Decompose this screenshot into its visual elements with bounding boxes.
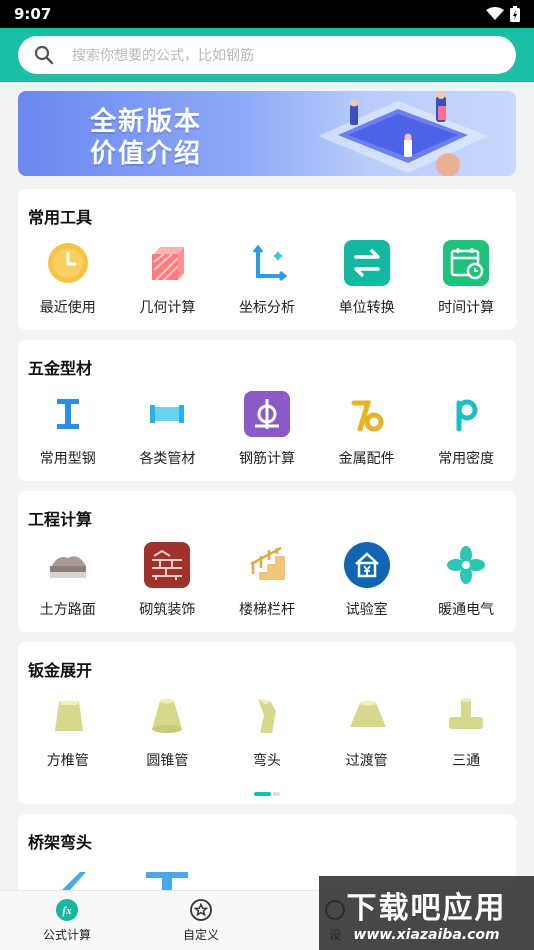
fan-icon bbox=[442, 541, 490, 589]
item-label: 方椎管 bbox=[46, 753, 89, 769]
item-label: 金属配件 bbox=[338, 451, 395, 467]
section-sheet-metal: 钣金展开 方椎管 圆锥管 弯头 过渡管 三通 bbox=[18, 642, 516, 804]
tee-icon bbox=[442, 692, 490, 740]
item-label: 土方路面 bbox=[39, 602, 96, 618]
tab-formula[interactable]: fx 公式计算 bbox=[0, 891, 134, 950]
item-label: 常用密度 bbox=[438, 451, 495, 467]
tool-earthwork[interactable]: 土方路面 bbox=[18, 541, 118, 619]
axis-icon bbox=[243, 239, 291, 287]
tab-label: 公式计算 bbox=[42, 928, 91, 942]
watermark-title: 下载吧应用 bbox=[346, 891, 507, 926]
tool-square-cone[interactable]: 方椎管 bbox=[18, 692, 118, 770]
section-common-tools: 常用工具 最近使用 几何计算 坐标分析 单位转换 时间计算 bbox=[18, 189, 516, 330]
transition-icon bbox=[343, 692, 391, 740]
svg-text:fx: fx bbox=[62, 905, 72, 917]
round-cone-icon bbox=[143, 692, 191, 740]
item-label: 试验室 bbox=[345, 602, 388, 618]
item-label: 圆锥管 bbox=[146, 753, 189, 769]
tool-tee[interactable]: 三通 bbox=[416, 692, 516, 770]
swap-icon bbox=[343, 239, 391, 287]
search-input[interactable]: 搜索你想要的公式，比如钢筋 bbox=[18, 36, 516, 74]
item-label: 钢筋计算 bbox=[238, 451, 295, 467]
banner-title-line2: 价值介绍 bbox=[90, 139, 203, 169]
lab-icon bbox=[343, 541, 391, 589]
watermark-logo: 下载吧应用 www.xiazaiba.com bbox=[319, 876, 534, 950]
tool-density[interactable]: 常用密度 bbox=[416, 390, 516, 468]
item-label: 弯头 bbox=[252, 753, 281, 769]
item-label: 暖通电气 bbox=[438, 602, 495, 618]
tool-stairs[interactable]: 楼梯栏杆 bbox=[217, 541, 317, 619]
item-label: 单位转换 bbox=[338, 300, 395, 316]
tool-elbow[interactable]: 弯头 bbox=[217, 692, 317, 770]
item-label: 最近使用 bbox=[39, 300, 96, 316]
page-indicator bbox=[254, 792, 280, 796]
tool-steel-profile[interactable]: 常用型钢 bbox=[18, 390, 118, 468]
square-cone-icon bbox=[44, 692, 92, 740]
tool-pipes[interactable]: 各类管材 bbox=[118, 390, 218, 468]
section-title: 桥架弯头 bbox=[28, 833, 93, 852]
star-icon bbox=[190, 899, 212, 921]
item-label: 时间计算 bbox=[438, 300, 495, 316]
tool-geometry[interactable]: 几何计算 bbox=[118, 239, 218, 317]
section-hardware-profiles: 五金型材 常用型钢 各类管材 钢筋计算 金属配件 常用密度 bbox=[18, 340, 516, 481]
tool-recent[interactable]: 最近使用 bbox=[18, 239, 118, 317]
section-title: 常用工具 bbox=[28, 208, 93, 227]
item-label: 常用型钢 bbox=[39, 451, 96, 467]
tab-custom[interactable]: 自定义 bbox=[134, 891, 268, 950]
tab-label: 自定义 bbox=[182, 928, 219, 942]
tool-metal-fittings[interactable]: 金属配件 bbox=[317, 390, 417, 468]
item-label: 三通 bbox=[452, 753, 481, 769]
i-beam-icon bbox=[44, 390, 92, 438]
tool-masonry[interactable]: 砌筑装饰 bbox=[118, 541, 218, 619]
item-label: 楼梯栏杆 bbox=[238, 602, 295, 618]
battery-icon bbox=[510, 6, 520, 22]
search-icon bbox=[34, 45, 54, 65]
search-header: 搜索你想要的公式，比如钢筋 bbox=[0, 28, 534, 82]
cable-tray-tee-icon bbox=[146, 872, 188, 890]
tool-time[interactable]: 时间计算 bbox=[416, 239, 516, 317]
watermark-url: www.xiazaiba.com bbox=[353, 927, 500, 943]
section-title: 五金型材 bbox=[28, 359, 93, 378]
tool-unit-convert[interactable]: 单位转换 bbox=[317, 239, 417, 317]
fx-icon: fx bbox=[56, 899, 78, 921]
status-bar: 9:07 bbox=[0, 0, 534, 28]
item-label: 各类管材 bbox=[139, 451, 196, 467]
density-icon bbox=[442, 390, 490, 438]
tool-laboratory[interactable]: 试验室 bbox=[317, 541, 417, 619]
tool-hvac-electrical[interactable]: 暖通电气 bbox=[416, 541, 516, 619]
brick-icon bbox=[143, 541, 191, 589]
promo-banner[interactable]: 全新版本 价值介绍 bbox=[18, 91, 516, 176]
item-label: 几何计算 bbox=[139, 300, 196, 316]
item-label: 坐标分析 bbox=[238, 300, 295, 316]
tool-round-cone[interactable]: 圆锥管 bbox=[118, 692, 218, 770]
section-engineering: 工程计算 土方路面 砌筑装饰 楼梯栏杆 试验室 暖通电气 bbox=[18, 491, 516, 632]
tablet-illustration-icon bbox=[318, 91, 488, 176]
item-label: 砌筑装饰 bbox=[139, 602, 196, 618]
status-time: 9:07 bbox=[14, 5, 52, 23]
search-placeholder: 搜索你想要的公式，比如钢筋 bbox=[72, 48, 254, 64]
cable-tray-icon bbox=[62, 872, 86, 890]
cube-icon bbox=[143, 239, 191, 287]
fitting-icon bbox=[343, 390, 391, 438]
section-title: 钣金展开 bbox=[28, 661, 93, 680]
wifi-icon bbox=[486, 7, 504, 20]
tool-transition[interactable]: 过渡管 bbox=[317, 692, 417, 770]
earthwork-icon bbox=[44, 541, 92, 589]
rebar-icon bbox=[243, 390, 291, 438]
section-title: 工程计算 bbox=[28, 510, 93, 529]
elbow-icon bbox=[243, 692, 291, 740]
tool-rebar[interactable]: 钢筋计算 bbox=[217, 390, 317, 468]
calendar-icon bbox=[442, 239, 490, 287]
tool-coordinate[interactable]: 坐标分析 bbox=[217, 239, 317, 317]
stairs-icon bbox=[243, 541, 291, 589]
pipe-icon bbox=[143, 390, 191, 438]
clock-icon bbox=[44, 239, 92, 287]
item-label: 过渡管 bbox=[345, 753, 388, 769]
